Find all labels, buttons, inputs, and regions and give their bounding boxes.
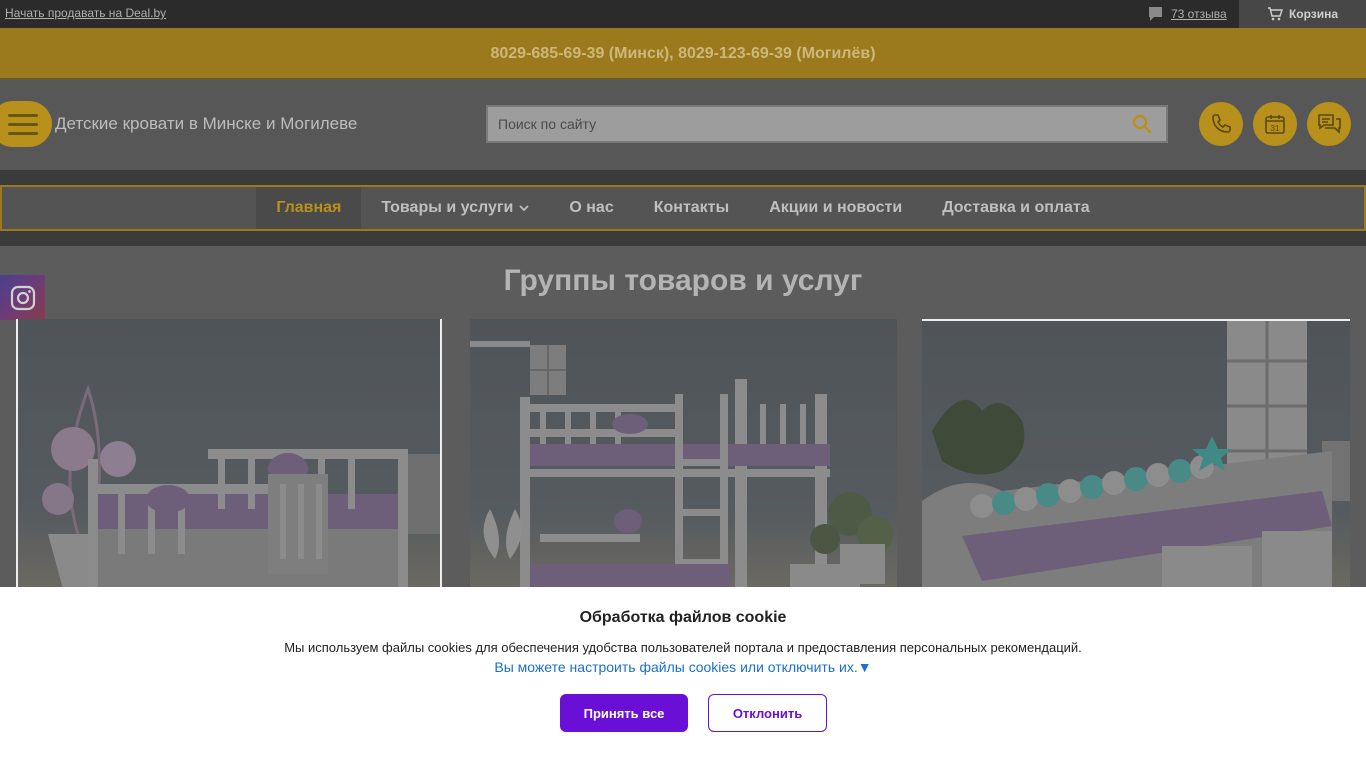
- search-button[interactable]: [1132, 114, 1152, 139]
- site-header: Детские кровати в Минске и Могилеве 31: [0, 79, 1366, 170]
- nav-item-label: Доставка и оплата: [942, 199, 1090, 216]
- bed-image-1: [42, 384, 440, 594]
- nav-item-about[interactable]: О нас: [549, 187, 633, 229]
- nav-item-label: О нас: [569, 199, 614, 216]
- cookie-description: Мы используем файлы cookies для обеспече…: [284, 640, 1082, 655]
- calendar-day: 31: [1271, 124, 1280, 133]
- search-icon: [1132, 114, 1152, 134]
- calendar-icon: 31: [1265, 115, 1285, 134]
- decline-button[interactable]: Отклонить: [708, 694, 827, 732]
- nav-item-contacts[interactable]: Контакты: [634, 187, 749, 229]
- product-group-card-1[interactable]: [16, 319, 442, 594]
- nav-item-delivery[interactable]: Доставка и оплата: [922, 187, 1110, 229]
- phone-bar[interactable]: 8029-685-69-39 (Минск), 8029-123-69-39 (…: [0, 28, 1366, 79]
- chat-button[interactable]: [1307, 102, 1351, 146]
- reviews-count: 73 отзыва: [1171, 7, 1227, 21]
- cookie-banner: Обработка файлов cookie Мы используем фа…: [0, 587, 1366, 768]
- bed-image-2: [470, 341, 893, 594]
- nav-item-label: Главная: [276, 199, 342, 216]
- search-box: [486, 105, 1168, 143]
- nav-item-label: Контакты: [653, 199, 730, 216]
- nav-item-label: Товары и услуги: [381, 199, 514, 216]
- schedule-button[interactable]: 31: [1253, 102, 1297, 146]
- product-group-card-2[interactable]: [470, 319, 897, 594]
- instagram-link[interactable]: [0, 275, 45, 320]
- nav-item-products[interactable]: Товары и услуги: [361, 187, 549, 229]
- nav-item-home[interactable]: Главная: [256, 187, 362, 229]
- menu-icon-line: [8, 123, 38, 126]
- chevron-down-icon: [519, 205, 530, 212]
- nav-spacer: [0, 170, 1366, 185]
- menu-icon-line: [8, 132, 38, 135]
- top-bar: Начать продавать на Deal.by 73 отзыва Ко…: [0, 0, 1366, 28]
- sell-on-deal-link[interactable]: Начать продавать на Deal.by: [5, 6, 166, 20]
- page-title: Группы товаров и услуг: [503, 264, 863, 297]
- product-group-card-3[interactable]: [922, 319, 1350, 594]
- chat-icon: [1318, 114, 1341, 134]
- cart-icon: [1267, 7, 1283, 21]
- menu-icon-line: [8, 114, 38, 117]
- cookie-title: Обработка файлов cookie: [579, 609, 787, 626]
- phone-icon: [1212, 114, 1231, 133]
- reviews-link[interactable]: 73 отзыва: [1148, 6, 1227, 22]
- search-input[interactable]: [488, 107, 1128, 141]
- bed-image-3: [922, 321, 1350, 594]
- menu-button[interactable]: [0, 101, 52, 147]
- cart-button[interactable]: Корзина: [1239, 0, 1366, 28]
- instagram-icon: [10, 285, 35, 310]
- phone-button[interactable]: [1199, 102, 1243, 146]
- accept-all-button[interactable]: Принять все: [560, 694, 688, 732]
- nav-spacer: [0, 231, 1366, 246]
- comment-icon: [1149, 7, 1162, 21]
- main-nav: Главная Товары и услуги О нас Контакты А…: [0, 185, 1366, 231]
- cart-label: Корзина: [1288, 7, 1339, 21]
- nav-item-promotions[interactable]: Акции и новости: [749, 187, 922, 229]
- nav-item-label: Акции и новости: [769, 199, 903, 216]
- site-title[interactable]: Детские кровати в Минске и Могилеве: [55, 114, 357, 134]
- cookie-settings-link[interactable]: Вы можете настроить файлы cookies или от…: [0, 659, 1366, 675]
